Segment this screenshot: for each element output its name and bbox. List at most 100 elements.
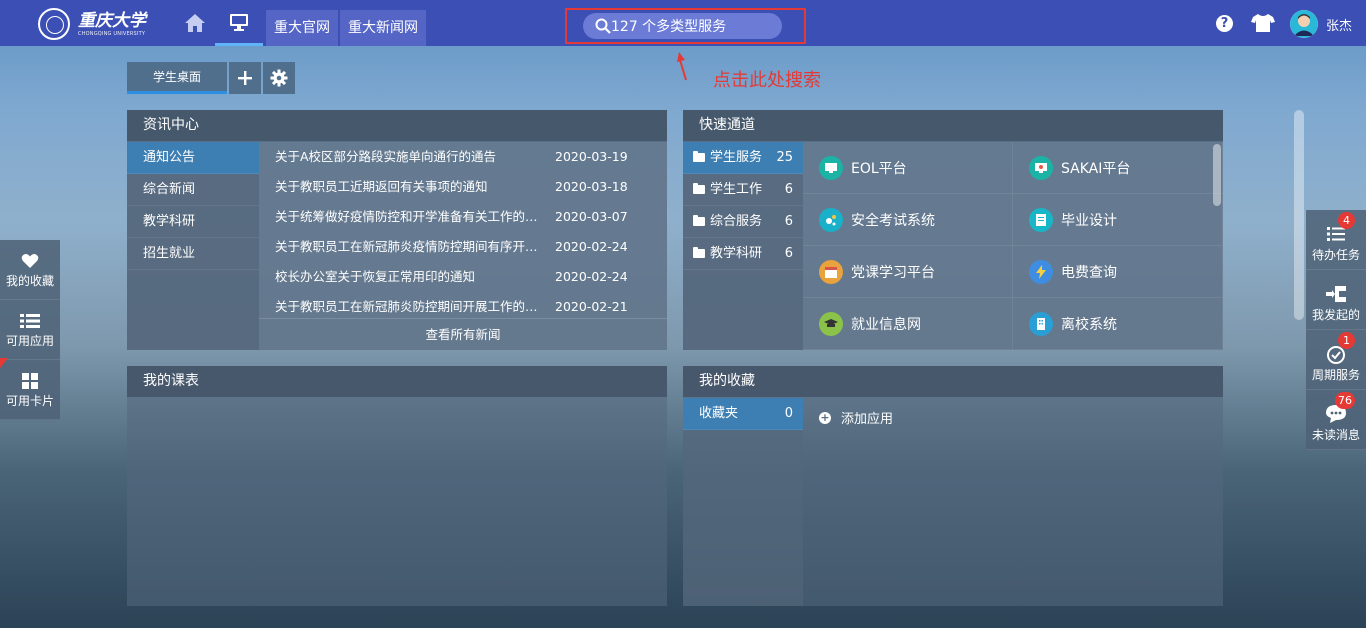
news-category-item[interactable]: 通知公告 (127, 142, 259, 174)
quick-category-label: 教学科研 (710, 246, 763, 261)
news-title[interactable]: 校长办公室关于恢复正常用印的通知 (259, 262, 539, 292)
gear-icon (270, 69, 288, 87)
search-highlight-frame: 127 个多类型服务 (565, 8, 806, 44)
tab-student-desktop[interactable]: 学生桌面 (127, 62, 227, 94)
left-menu-cards[interactable]: 可用卡片 (0, 360, 60, 420)
quick-category-label: 学生服务 (710, 150, 763, 165)
app-sakai[interactable]: SAKAI平台 (1013, 142, 1223, 194)
add-app-button[interactable]: + 添加应用 (819, 408, 893, 427)
quick-category-item[interactable]: 教学科研 6 (683, 238, 803, 270)
calendar-icon (819, 259, 843, 284)
right-floating-menu: 4 待办任务 我发起的 1 周期服务 76 未读消息 (1306, 210, 1366, 450)
help-icon[interactable]: ? (1216, 15, 1233, 32)
theme-shirt-icon[interactable] (1251, 13, 1275, 37)
quick-category-label: 学生工作 (710, 182, 763, 197)
service-search-button[interactable]: 127 个多类型服务 (583, 13, 782, 39)
search-label: 127 个多类型服务 (611, 19, 727, 35)
right-menu-todo[interactable]: 4 待办任务 (1306, 210, 1366, 270)
task-list-icon (1327, 227, 1345, 241)
app-label: 安全考试系统 (851, 212, 935, 229)
add-desktop-button[interactable] (229, 62, 261, 94)
page-scrollbar[interactable] (1294, 110, 1304, 320)
quick-access-panel: 快速通道 学生服务 25 学生工作 6 综合服务 6 教学科研 6 EOL平台 SAKA… (683, 110, 1223, 350)
news-title[interactable]: 关于A校区部分路段实施单向通行的通告 (259, 142, 539, 172)
left-menu-label: 可用应用 (5, 334, 54, 348)
news-row[interactable]: 关于教职员工近期返回有关事项的通知 2020-03-18 (259, 172, 667, 202)
schedule-panel: 我的课表 (127, 366, 667, 606)
left-menu-apps[interactable]: 可用应用 (0, 300, 60, 360)
view-all-news-link[interactable]: 查看所有新闻 (259, 318, 667, 350)
news-row[interactable]: 关于A校区部分路段实施单向通行的通告 2020-03-19 (259, 142, 667, 172)
app-label: 就业信息网 (851, 316, 921, 333)
app-party-course[interactable]: 党课学习平台 (803, 246, 1013, 298)
link-official-site[interactable]: 重大官网 (266, 10, 338, 46)
news-title[interactable]: 关于统筹做好疫情防控和开学准备有关工作的通知 (259, 202, 539, 232)
news-row[interactable]: 关于统筹做好疫情防控和开学准备有关工作的通知 2020-03-07 (259, 202, 667, 232)
search-hint-text: 点击此处搜索 (713, 70, 821, 91)
panel-title: 我的课表 (127, 366, 667, 397)
app-eol[interactable]: EOL平台 (803, 142, 1013, 194)
right-menu-label: 未读消息 (1311, 428, 1360, 442)
panel-title: 快速通道 (683, 110, 1223, 141)
user-avatar[interactable] (1290, 10, 1318, 38)
search-icon (595, 18, 611, 34)
right-menu-label: 我发起的 (1311, 308, 1360, 322)
quick-category-count: 6 (784, 214, 793, 229)
news-category-item[interactable]: 教学科研 (127, 206, 259, 238)
quick-category-item[interactable]: 学生服务 25 (683, 142, 803, 174)
news-title[interactable]: 关于教职员工在新冠肺炎疫情防控期间有序开展工作的通知 (259, 232, 539, 262)
periodic-badge: 1 (1338, 332, 1355, 349)
grid-icon (22, 373, 38, 389)
logo-english-name: CHONGQING UNIVERSITY (78, 31, 146, 37)
quick-category-item[interactable]: 综合服务 6 (683, 206, 803, 238)
favorites-panel: 我的收藏 收藏夹 0 + 添加应用 (683, 366, 1223, 606)
news-row[interactable]: 校长办公室关于恢复正常用印的通知 2020-02-24 (259, 262, 667, 292)
quick-category-count: 6 (784, 246, 793, 261)
quick-category-label: 综合服务 (710, 214, 763, 229)
folder-count: 0 (784, 406, 793, 421)
quick-category-nav: 学生服务 25 学生工作 6 综合服务 6 教学科研 6 (683, 142, 803, 350)
left-menu-label: 可用卡片 (5, 394, 54, 408)
app-label: SAKAI平台 (1061, 160, 1131, 177)
folder-icon (693, 183, 705, 194)
link-news-site[interactable]: 重大新闻网 (340, 10, 426, 46)
logo-chinese-name: 重庆大学 (78, 11, 146, 31)
app-employment[interactable]: 就业信息网 (803, 298, 1013, 350)
app-label: 电费查询 (1061, 264, 1117, 281)
right-menu-initiated[interactable]: 我发起的 (1306, 270, 1366, 330)
news-category-item[interactable]: 招生就业 (127, 238, 259, 270)
news-category-item[interactable]: 综合新闻 (127, 174, 259, 206)
news-row[interactable]: 关于教职员工在新冠肺炎疫情防控期间有序开展工作的通知 2020-02-24 (259, 232, 667, 262)
news-title[interactable]: 关于教职员工近期返回有关事项的通知 (259, 172, 539, 202)
news-date: 2020-03-19 (555, 149, 628, 164)
right-menu-messages[interactable]: 76 未读消息 (1306, 390, 1366, 450)
right-menu-periodic[interactable]: 1 周期服务 (1306, 330, 1366, 390)
monitor-icon (819, 155, 843, 180)
folder-icon (693, 215, 705, 226)
flow-icon (1326, 286, 1346, 302)
right-menu-label: 待办任务 (1311, 248, 1360, 262)
quick-category-item[interactable]: 学生工作 6 (683, 174, 803, 206)
app-leave-school[interactable]: 离校系统 (1013, 298, 1223, 350)
quick-category-count: 25 (776, 150, 793, 165)
username[interactable]: 张杰 (1326, 15, 1352, 34)
app-label: 离校系统 (1061, 316, 1117, 333)
apps-scrollbar[interactable] (1213, 144, 1221, 206)
desktop-button[interactable] (215, 0, 263, 46)
quick-category-count: 6 (784, 182, 793, 197)
favorites-folder-item[interactable]: 收藏夹 0 (683, 398, 803, 430)
list-icon (20, 314, 40, 328)
app-graduation-design[interactable]: 毕业设计 (1013, 194, 1223, 246)
right-menu-label: 周期服务 (1311, 368, 1360, 382)
news-center-panel: 资讯中心 通知公告 综合新闻 教学科研 招生就业 关于A校区部分路段实施单向通行… (127, 110, 667, 350)
folder-icon (693, 247, 705, 258)
home-icon (185, 14, 205, 32)
plus-icon (238, 71, 252, 85)
left-menu-favorites[interactable]: 我的收藏 (0, 240, 60, 300)
news-list: 关于A校区部分路段实施单向通行的通告 2020-03-19 关于教职员工近期返回有… (259, 142, 667, 350)
app-electricity[interactable]: 电费查询 (1013, 246, 1223, 298)
home-button[interactable] (179, 0, 211, 46)
desktop-settings-button[interactable] (263, 62, 295, 94)
app-safety-exam[interactable]: 安全考试系统 (803, 194, 1013, 246)
university-logo[interactable]: 重庆大学 CHONGQING UNIVERSITY (38, 8, 146, 40)
